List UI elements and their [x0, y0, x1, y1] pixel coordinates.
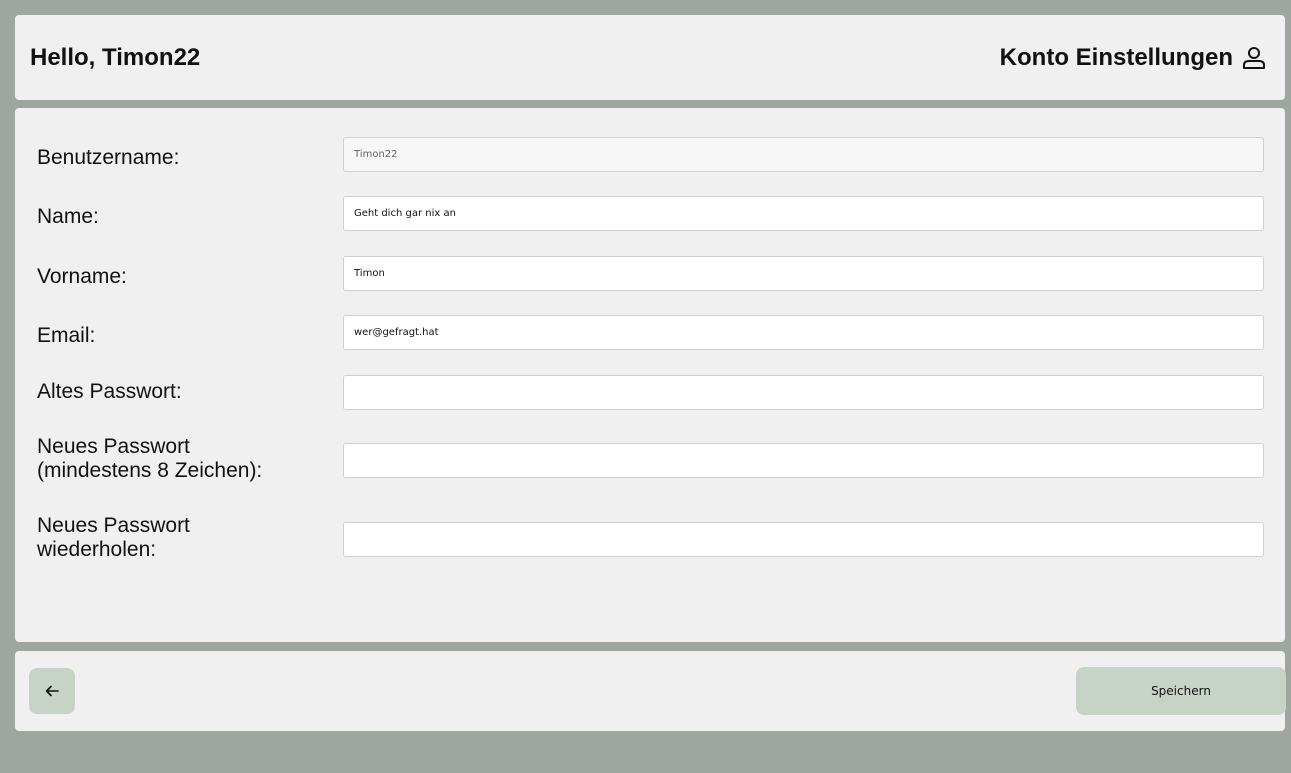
email-label: Email: — [37, 324, 96, 347]
repeat-password-label-line2: wiederholen: — [37, 538, 157, 561]
arrow-left-icon — [45, 684, 59, 698]
new-password-label: Neues Passwort (mindestens 8 Zeichen): — [37, 435, 262, 483]
lastname-input[interactable] — [343, 196, 1264, 231]
repeat-password-input[interactable] — [343, 522, 1264, 557]
repeat-password-label: Neues Passwort wiederholen: — [37, 514, 190, 562]
back-button[interactable] — [29, 668, 75, 714]
repeat-password-label-line1: Neues Passwort — [37, 514, 190, 537]
new-password-input[interactable] — [343, 443, 1264, 478]
header: Hello, Timon22 Konto Einstellungen — [15, 15, 1285, 100]
account-settings-form: Benutzername: Name: Vorname: Email: Alte… — [15, 108, 1285, 642]
save-button[interactable]: Speichern — [1076, 667, 1286, 715]
email-input[interactable] — [343, 315, 1264, 350]
firstname-input[interactable] — [343, 256, 1264, 291]
firstname-label: Vorname: — [37, 265, 127, 288]
old-password-input[interactable] — [343, 375, 1264, 410]
footer: Speichern — [15, 651, 1286, 731]
username-input — [343, 137, 1264, 172]
account-settings-link[interactable]: Konto Einstellungen — [1000, 44, 1267, 72]
lastname-label: Name: — [37, 205, 99, 228]
new-password-label-line1: Neues Passwort — [37, 435, 190, 458]
user-icon — [1241, 45, 1267, 71]
account-settings-label: Konto Einstellungen — [999, 43, 1233, 71]
old-password-label: Altes Passwort: — [37, 380, 182, 403]
greeting: Hello, Timon22 — [30, 43, 201, 71]
new-password-label-line2: (mindestens 8 Zeichen): — [37, 459, 263, 482]
username-label: Benutzername: — [37, 146, 180, 169]
